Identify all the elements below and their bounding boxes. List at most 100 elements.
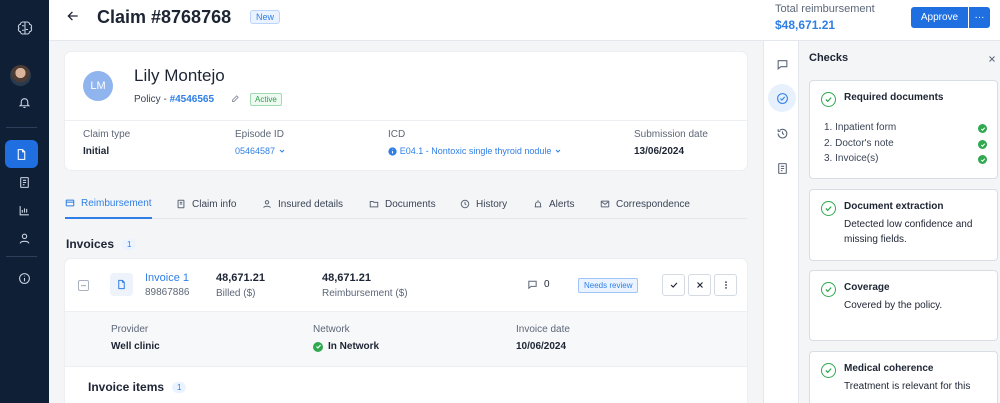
pencil-icon[interactable] [231, 94, 240, 103]
approve-button[interactable]: Approve [911, 7, 968, 28]
episode-id-dropdown[interactable]: 05464587 [235, 146, 286, 157]
claimant-avatar: LM [83, 71, 113, 101]
back-arrow-icon[interactable] [66, 9, 80, 23]
policy-prefix: Policy - [134, 94, 170, 105]
invoice-date: 10/06/2024 [516, 341, 567, 352]
notes-panel-icon[interactable] [768, 154, 796, 182]
check-circle-icon [821, 92, 836, 107]
icd-dropdown[interactable]: E04.1 - Nontoxic single thyroid nodule [388, 146, 562, 157]
check-circle-icon [313, 341, 323, 352]
siren-icon [533, 199, 543, 209]
clock-icon [460, 199, 470, 209]
provider-label: Provider [111, 324, 149, 335]
card-divider [65, 120, 747, 121]
required-doc-item: 3. Invoice(s) [824, 153, 879, 164]
check-card-required-documents[interactable]: Required documents 1. Inpatient form 2. … [809, 80, 998, 179]
check-title: Document extraction [844, 201, 944, 212]
check-card-coverage[interactable]: Coverage Covered by the policy. [809, 270, 998, 341]
history-panel-icon[interactable] [768, 119, 796, 147]
rail-divider [6, 256, 37, 257]
tab-correspondence[interactable]: Correspondence [600, 189, 690, 219]
checks-panel: Checks Required documents 1. Inpatient f… [799, 41, 1000, 403]
invoice-link[interactable]: Invoice 1 [145, 272, 189, 284]
icd-label: ICD [388, 129, 406, 140]
check-card-medical-coherence[interactable]: Medical coherence Treatment is relevant … [809, 351, 998, 403]
tab-label: Correspondence [616, 198, 690, 210]
icd-value: E04.1 - Nontoxic single thyroid nodule [399, 146, 552, 156]
check-circle-icon [821, 363, 836, 378]
claims-document-icon[interactable] [5, 140, 38, 168]
reimbursement-amount: 48,671.21 [322, 272, 371, 284]
chart-icon[interactable] [0, 197, 49, 223]
invoice-items-count-badge: 1 [172, 382, 187, 394]
tab-label: Claim info [192, 198, 237, 210]
report-icon[interactable] [0, 169, 49, 195]
tab-alerts[interactable]: Alerts [533, 189, 575, 219]
close-icon [695, 280, 705, 290]
check-circle-icon [821, 201, 836, 216]
check-description: Detected low confidence and missing fiel… [844, 219, 973, 245]
comments-panel-icon[interactable] [768, 50, 796, 78]
check-dot-icon [978, 140, 987, 149]
invoices-heading: Invoices 1 [66, 237, 137, 251]
chevron-down-icon [554, 147, 562, 155]
info-icon[interactable] [0, 265, 49, 291]
tab-bar: Reimbursement Claim info Insured details… [65, 189, 747, 219]
policy-link[interactable]: #4546565 [170, 94, 215, 105]
comments-count: 0 [544, 279, 550, 290]
comments-counter[interactable]: 0 [527, 279, 550, 290]
invoice-date-label: Invoice date [516, 324, 570, 335]
checks-panel-icon[interactable] [768, 84, 796, 112]
total-reimbursement-label: Total reimbursement [775, 3, 875, 15]
user-icon[interactable] [0, 225, 49, 251]
tab-claim-info[interactable]: Claim info [176, 189, 236, 219]
bell-icon[interactable] [0, 89, 49, 115]
claim-type-value: Initial [83, 146, 110, 157]
reject-invoice-button[interactable] [688, 274, 711, 296]
invoice-status-badge: Needs review [578, 278, 639, 293]
invoice-items-title: Invoice items [88, 380, 165, 394]
tab-documents[interactable]: Documents [369, 189, 436, 219]
tab-label: Alerts [549, 198, 575, 210]
billed-amount: 48,671.21 [216, 272, 265, 284]
policy-line: Policy - #4546565 [134, 94, 214, 105]
more-actions-button[interactable]: ··· [969, 7, 990, 28]
clipboard-icon [176, 199, 186, 209]
episode-id-value: 05464587 [235, 146, 276, 156]
invoices-count-badge: 1 [122, 239, 137, 251]
brain-logo-icon[interactable] [0, 15, 49, 41]
accept-invoice-button[interactable] [662, 274, 685, 296]
check-title: Medical coherence [844, 363, 934, 374]
checks-title: Checks [809, 52, 849, 64]
tab-reimbursement[interactable]: Reimbursement [65, 189, 152, 219]
close-icon[interactable] [987, 54, 997, 64]
episode-id-label: Episode ID [235, 129, 284, 140]
collapse-toggle[interactable]: – [78, 280, 89, 291]
reimbursement-label: Reimbursement ($) [322, 288, 408, 299]
invoices-title: Invoices [66, 237, 115, 251]
total-reimbursement-value: $48,671.21 [775, 18, 836, 32]
network-value: In Network [313, 341, 379, 352]
invoice-card: – Invoice 1 89867886 48,671.21 Billed ($… [65, 259, 747, 403]
receipt-icon [65, 198, 75, 208]
check-card-document-extraction[interactable]: Document extraction Detected low confide… [809, 189, 998, 261]
user-avatar[interactable] [10, 65, 31, 86]
page-header: Claim #8768768 New Total reimbursement $… [49, 0, 1000, 41]
policy-status-badge: Active [250, 93, 282, 106]
mail-icon [600, 199, 610, 209]
claim-type-label: Claim type [83, 129, 131, 140]
invoice-items-heading: Invoice items 1 [88, 380, 187, 394]
tab-history[interactable]: History [460, 189, 507, 219]
check-icon [669, 280, 679, 290]
provider-value: Well clinic [111, 341, 160, 352]
tab-insured-details[interactable]: Insured details [262, 189, 343, 219]
invoice-menu-button[interactable] [714, 274, 737, 296]
required-doc-item: 1. Inpatient form [824, 122, 897, 133]
tab-label: Reimbursement [81, 197, 152, 209]
check-title: Coverage [844, 282, 890, 293]
network-label: Network [313, 324, 350, 335]
info-circle-icon [388, 147, 397, 156]
submission-date-label: Submission date [634, 129, 708, 140]
invoice-number: 89867886 [145, 287, 190, 298]
page-title: Claim #8768768 [97, 7, 232, 27]
